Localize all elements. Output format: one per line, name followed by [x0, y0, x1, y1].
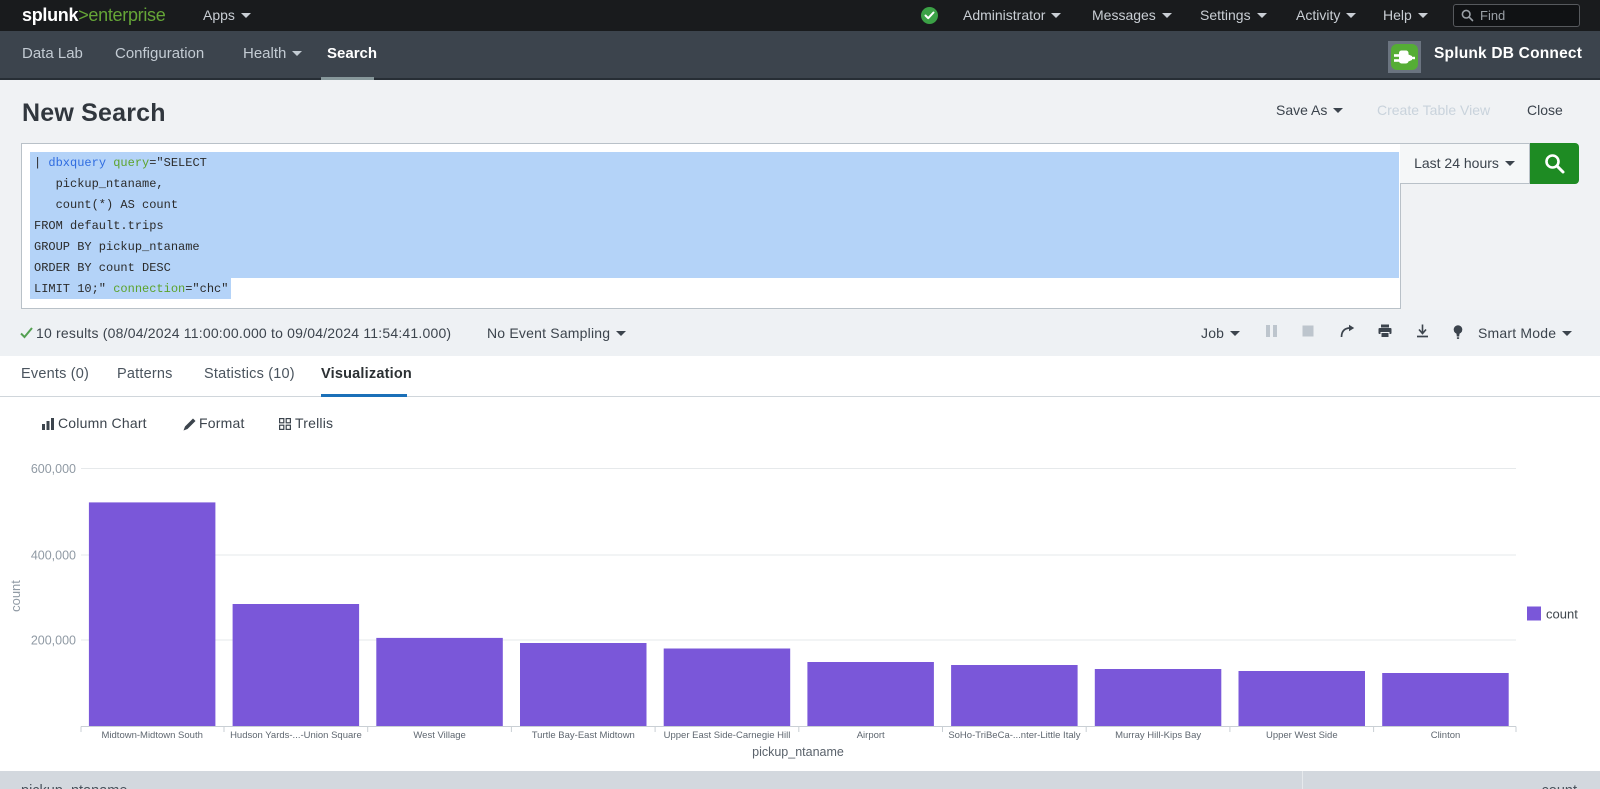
svg-text:Turtle Bay-East Midtown: Turtle Bay-East Midtown	[532, 730, 635, 741]
svg-text:Upper East Side-Carnegie Hill: Upper East Side-Carnegie Hill	[664, 730, 791, 741]
svg-text:count: count	[1546, 607, 1578, 622]
svg-text:Upper West Side: Upper West Side	[1266, 730, 1338, 741]
svg-text:SoHo-TriBeCa-...nter-Little It: SoHo-TriBeCa-...nter-Little Italy	[948, 730, 1080, 741]
svg-text:pickup_ntaname: pickup_ntaname	[752, 745, 844, 759]
svg-text:Clinton: Clinton	[1431, 730, 1461, 741]
svg-text:West Village: West Village	[413, 730, 465, 741]
svg-text:Murray Hill-Kips Bay: Murray Hill-Kips Bay	[1115, 730, 1201, 741]
svg-text:400,000: 400,000	[31, 549, 76, 563]
svg-text:200,000: 200,000	[31, 634, 76, 648]
svg-text:Midtown-Midtown South: Midtown-Midtown South	[102, 730, 203, 741]
svg-text:count: count	[8, 580, 23, 612]
svg-text:Hudson Yards-...-Union Square: Hudson Yards-...-Union Square	[230, 730, 362, 741]
svg-text:Airport: Airport	[857, 730, 885, 741]
svg-text:600,000: 600,000	[31, 462, 76, 476]
